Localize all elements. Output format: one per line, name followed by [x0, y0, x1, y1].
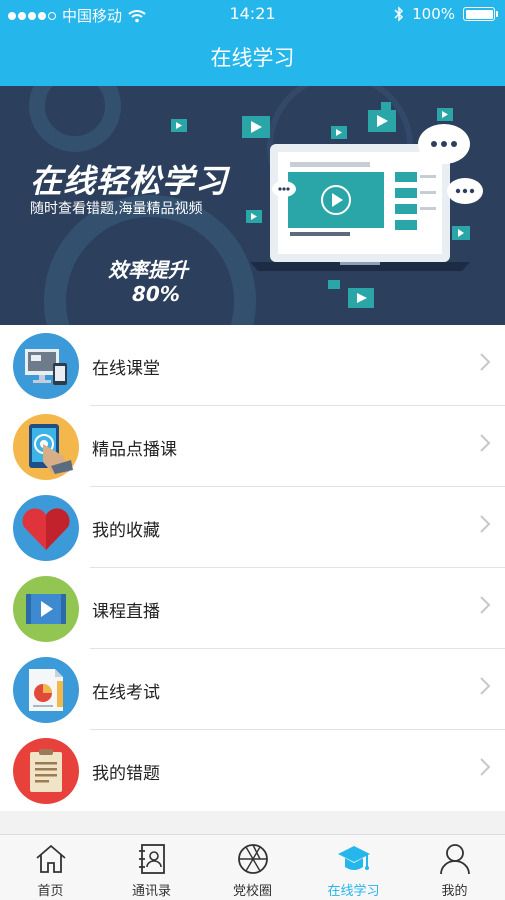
- tab-label: 通讯录: [131, 884, 171, 899]
- menu-item-label: 在线考试: [92, 683, 160, 703]
- chevron-right-icon: [480, 758, 491, 776]
- menu-item-live-course[interactable]: 课程直播: [0, 568, 505, 649]
- menu-item-my-favorites[interactable]: 我的收藏: [0, 487, 505, 568]
- chevron-right-icon: [480, 677, 491, 695]
- graduation-cap-icon: [337, 846, 370, 870]
- tab-label: 我的: [441, 884, 468, 899]
- menu-item-online-exam[interactable]: 在线考试: [0, 649, 505, 730]
- home-icon: [35, 844, 66, 873]
- chevron-right-icon: [480, 353, 491, 371]
- menu-item-on-demand-course[interactable]: 精品点播课: [0, 406, 505, 487]
- menu-item-label: 我的错题: [92, 764, 160, 784]
- tab-bar: 首页 通讯录 党校圈 在线学习 我的: [0, 834, 505, 900]
- battery-percent: 100%: [412, 5, 455, 23]
- tablet-touch-icon: [13, 414, 79, 480]
- tab-contacts[interactable]: 通讯录: [101, 835, 202, 900]
- menu-item-label: 在线课堂: [92, 359, 160, 379]
- battery-icon: [463, 7, 498, 21]
- tab-label: 党校圈: [232, 884, 272, 899]
- tab-home[interactable]: 首页: [0, 835, 101, 900]
- aperture-icon: [237, 844, 268, 874]
- header: 中国移动 14:21 100% 在线学习: [0, 0, 505, 86]
- status-bar: 中国移动 14:21 100%: [0, 0, 505, 28]
- banner-efficiency: 效率提升: [108, 258, 188, 282]
- exam-chart-icon: [13, 657, 79, 723]
- menu-item-online-classroom[interactable]: 在线课堂: [0, 325, 505, 406]
- banner-percent: 80%: [132, 282, 180, 306]
- page-title: 在线学习: [210, 46, 295, 70]
- banner-subtitle: 随时查看错题,海量精品视频: [30, 201, 203, 217]
- chevron-right-icon: [480, 596, 491, 614]
- computer-icon: [13, 333, 79, 399]
- tab-label: 首页: [37, 884, 64, 899]
- feature-list: 在线课堂 精品点播课 我的收藏 课程直播 在线考试 我的错题: [0, 325, 505, 811]
- user-icon: [439, 844, 470, 875]
- bluetooth-icon: [394, 6, 404, 22]
- tab-online-learning[interactable]: 在线学习: [303, 835, 404, 900]
- promo-banner[interactable]: 在线轻松学习 随时查看错题,海量精品视频 效率提升 80%: [0, 86, 505, 325]
- tab-party-school-circle[interactable]: 党校圈: [202, 835, 303, 900]
- menu-item-my-mistakes[interactable]: 我的错题: [0, 730, 505, 811]
- tab-mine[interactable]: 我的: [404, 835, 505, 900]
- menu-item-label: 课程直播: [92, 602, 160, 622]
- chevron-right-icon: [480, 434, 491, 452]
- banner-title: 在线轻松学习: [30, 162, 229, 200]
- contacts-icon: [138, 844, 165, 874]
- tab-label: 在线学习: [327, 884, 380, 899]
- clipboard-icon: [13, 738, 79, 804]
- heart-icon: [13, 495, 79, 561]
- chevron-right-icon: [480, 515, 491, 533]
- menu-item-label: 精品点播课: [92, 440, 177, 460]
- video-play-icon: [13, 576, 79, 642]
- menu-item-label: 我的收藏: [92, 521, 160, 541]
